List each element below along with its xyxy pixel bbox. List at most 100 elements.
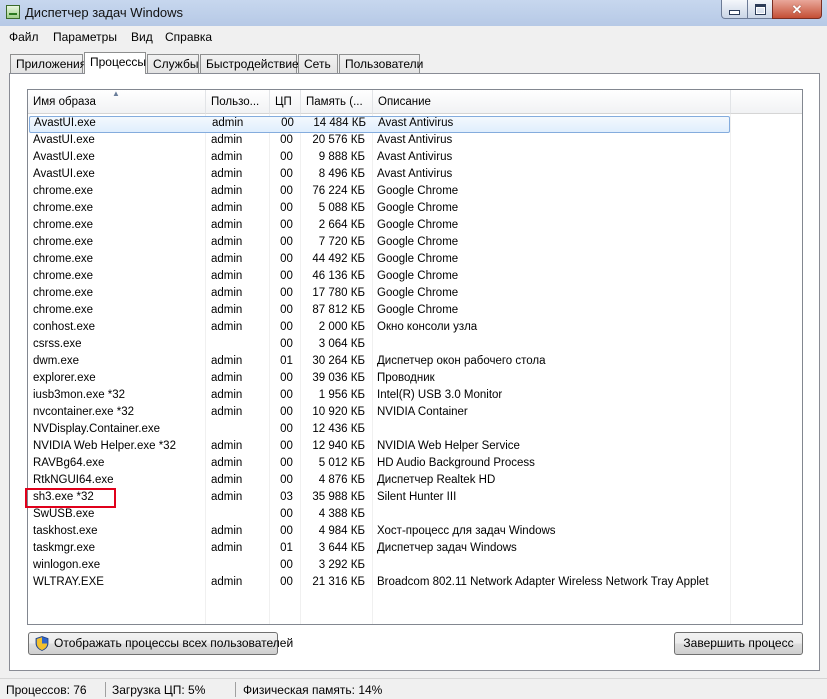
process-name-cell: chrome.exe xyxy=(33,202,94,214)
process-memory-cell: 87 812 КБ xyxy=(312,304,365,316)
process-row[interactable]: iusb3mon.exe *32 admin 00 1 956 КБ Intel(R) … xyxy=(29,388,730,405)
process-cpu-cell: 00 xyxy=(281,117,294,129)
process-name-cell: WLTRAY.EXE xyxy=(33,576,104,588)
process-row[interactable]: AvastUI.exe admin 00 14 484 КБ Avast Antivir… xyxy=(29,116,730,133)
process-description-cell: Окно консоли узла xyxy=(377,321,478,333)
tab-strip: Приложения Процессы Службы Быстродействи… xyxy=(0,52,827,74)
tab-users[interactable]: Пользователи xyxy=(339,54,423,73)
tab-performance[interactable]: Быстродействие xyxy=(200,54,299,73)
task-manager-window: Диспетчер задач Windows ✕ Файл Параметры… xyxy=(0,0,827,699)
process-cpu-cell: 00 xyxy=(280,525,293,537)
tab-applications[interactable]: Приложения xyxy=(10,54,86,73)
process-cpu-cell: 00 xyxy=(280,372,293,384)
process-description-cell: Google Chrome xyxy=(377,236,459,248)
close-button[interactable]: ✕ xyxy=(772,0,822,19)
process-row[interactable]: taskmgr.exe admin 01 3 644 КБ Диспетчер зада… xyxy=(29,541,730,558)
process-user-cell: admin xyxy=(211,134,243,146)
process-user-cell: admin xyxy=(211,474,243,486)
process-row[interactable]: NVDisplay.Container.exe 00 12 436 КБ xyxy=(29,422,730,439)
column-header-image-name[interactable]: ▲ Имя образа xyxy=(28,90,206,114)
process-description-cell: Intel(R) USB 3.0 Monitor xyxy=(377,389,503,401)
column-header-memory[interactable]: Память (... xyxy=(301,90,373,114)
tab-processes[interactable]: Процессы xyxy=(84,52,146,74)
process-row[interactable]: explorer.exe admin 00 39 036 КБ Проводник xyxy=(29,371,730,388)
process-row[interactable]: sh3.exe *32 admin 03 35 988 КБ Silent Hunter… xyxy=(29,490,730,507)
process-cpu-cell: 00 xyxy=(280,321,293,333)
process-description-cell: Avast Antivirus xyxy=(377,168,453,180)
process-user-cell: admin xyxy=(211,457,243,469)
task-manager-app-icon xyxy=(6,5,20,19)
process-row[interactable]: chrome.exe admin 00 17 780 КБ Google Chrome xyxy=(29,286,730,303)
process-user-cell: admin xyxy=(211,440,243,452)
process-description-cell: Проводник xyxy=(377,372,435,384)
process-row[interactable]: chrome.exe admin 00 2 664 КБ Google Chrome xyxy=(29,218,730,235)
process-row[interactable]: AvastUI.exe admin 00 9 888 КБ Avast Antiviru… xyxy=(29,150,730,167)
process-row[interactable]: chrome.exe admin 00 87 812 КБ Google Chrome xyxy=(29,303,730,320)
process-description-cell: Google Chrome xyxy=(377,253,459,265)
process-cpu-cell: 00 xyxy=(280,423,293,435)
end-process-button[interactable]: Завершить процесс xyxy=(674,632,803,655)
menu-help[interactable]: Справка xyxy=(165,30,212,44)
process-user-cell: admin xyxy=(211,219,243,231)
process-description-cell: Silent Hunter III xyxy=(377,491,457,503)
process-memory-cell: 2 664 КБ xyxy=(318,219,365,231)
process-description-cell: Avast Antivirus xyxy=(378,117,454,129)
process-row[interactable]: chrome.exe admin 00 7 720 КБ Google Chrome xyxy=(29,235,730,252)
tab-services[interactable]: Службы xyxy=(147,54,199,73)
menu-file[interactable]: Файл xyxy=(9,30,39,44)
process-row[interactable]: chrome.exe admin 00 76 224 КБ Google Chrome xyxy=(29,184,730,201)
process-memory-cell: 30 264 КБ xyxy=(312,355,365,367)
process-memory-cell: 9 888 КБ xyxy=(318,151,365,163)
process-row[interactable]: chrome.exe admin 00 46 136 КБ Google Chrome xyxy=(29,269,730,286)
process-row[interactable]: AvastUI.exe admin 00 8 496 КБ Avast Antiviru… xyxy=(29,167,730,184)
process-row[interactable]: winlogon.exe 00 3 292 КБ xyxy=(29,558,730,575)
process-name-cell: chrome.exe xyxy=(33,287,94,299)
process-row[interactable]: RAVBg64.exe admin 00 5 012 КБ HD Audio Backg… xyxy=(29,456,730,473)
process-description-cell: Google Chrome xyxy=(377,219,459,231)
status-physical-memory: Физическая память: 14% xyxy=(243,683,383,697)
column-header-description[interactable]: Описание xyxy=(373,90,731,114)
minimize-button[interactable] xyxy=(721,0,748,19)
process-cpu-cell: 00 xyxy=(280,338,293,350)
process-name-cell: AvastUI.exe xyxy=(33,168,95,180)
process-row[interactable]: NVIDIA Web Helper.exe *32 admin 00 12 940 К… xyxy=(29,439,730,456)
process-row[interactable]: chrome.exe admin 00 44 492 КБ Google Chrome xyxy=(29,252,730,269)
process-name-cell: winlogon.exe xyxy=(33,559,101,571)
process-cpu-cell: 00 xyxy=(280,508,293,520)
process-row[interactable]: dwm.exe admin 01 30 264 КБ Диспетчер окон ра… xyxy=(29,354,730,371)
process-row[interactable]: chrome.exe admin 00 5 088 КБ Google Chrome xyxy=(29,201,730,218)
process-cpu-cell: 00 xyxy=(280,236,293,248)
process-name-cell: RAVBg64.exe xyxy=(33,457,105,469)
process-name-cell: csrss.exe xyxy=(33,338,82,350)
process-cpu-cell: 00 xyxy=(280,185,293,197)
process-row[interactable]: conhost.exe admin 00 2 000 КБ Окно консоли у… xyxy=(29,320,730,337)
process-row[interactable]: RtkNGUI64.exe admin 00 4 876 КБ Диспетчер Re… xyxy=(29,473,730,490)
process-description-cell: Google Chrome xyxy=(377,270,459,282)
process-memory-cell: 8 496 КБ xyxy=(318,168,365,180)
column-header-user[interactable]: Пользо... xyxy=(206,90,270,114)
tab-network[interactable]: Сеть xyxy=(298,54,338,73)
process-row[interactable]: taskhost.exe admin 00 4 984 КБ Хост-процесс … xyxy=(29,524,730,541)
process-memory-cell: 4 984 КБ xyxy=(318,525,365,537)
menu-view[interactable]: Вид xyxy=(131,30,153,44)
process-user-cell: admin xyxy=(211,185,243,197)
process-row[interactable]: csrss.exe 00 3 064 КБ xyxy=(29,337,730,354)
process-description-cell: Google Chrome xyxy=(377,202,459,214)
column-header-cpu[interactable]: ЦП xyxy=(270,90,301,114)
process-name-cell: RtkNGUI64.exe xyxy=(33,474,114,486)
process-row[interactable]: WLTRAY.EXE admin 00 21 316 КБ Broadcom 802.1… xyxy=(29,575,730,592)
process-cpu-cell: 00 xyxy=(280,559,293,571)
process-row[interactable]: nvcontainer.exe *32 admin 00 10 920 КБ NVIDI… xyxy=(29,405,730,422)
status-cpu-usage: Загрузка ЦП: 5% xyxy=(112,683,206,697)
show-all-users-processes-button[interactable]: Отображать процессы всех пользователей xyxy=(28,632,293,655)
process-row[interactable]: SwUSB.exe 00 4 388 КБ xyxy=(29,507,730,524)
process-row[interactable]: AvastUI.exe admin 00 20 576 КБ Avast Antivir… xyxy=(29,133,730,150)
process-memory-cell: 12 436 КБ xyxy=(312,423,365,435)
menu-parameters[interactable]: Параметры xyxy=(53,30,117,44)
title-bar[interactable]: Диспетчер задач Windows ✕ xyxy=(0,0,827,26)
process-memory-cell: 44 492 КБ xyxy=(312,253,365,265)
maximize-button[interactable] xyxy=(747,0,773,19)
column-header-filler xyxy=(731,90,802,114)
process-memory-cell: 5 088 КБ xyxy=(318,202,365,214)
process-list[interactable]: ▲ Имя образа Пользо... ЦП Память (... Оп… xyxy=(27,89,803,625)
